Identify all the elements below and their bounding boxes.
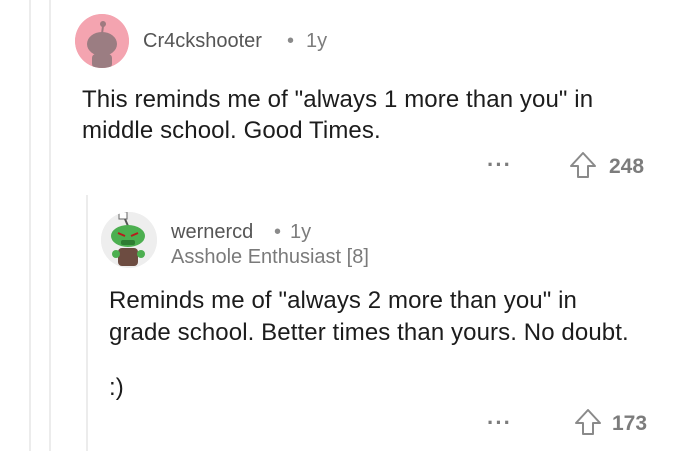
- upvote-arrow-icon[interactable]: [573, 408, 603, 436]
- reply-score: 173: [612, 412, 648, 435]
- reply-username[interactable]: wernercd: [171, 221, 253, 244]
- comment-thread: Cr4ckshooter • 1y This reminds me of "al…: [0, 0, 700, 451]
- upvote-arrow-icon[interactable]: [568, 151, 598, 179]
- reply-age[interactable]: 1y: [290, 221, 311, 244]
- more-options-button[interactable]: ···: [487, 410, 512, 436]
- thread-line-reply[interactable]: [86, 195, 88, 451]
- meta-separator: •: [274, 221, 282, 243]
- thread-line-outer[interactable]: [29, 0, 31, 451]
- thread-line-outer-2[interactable]: [49, 0, 51, 451]
- comment-score: 248: [609, 155, 645, 178]
- user-flair: Asshole Enthusiast [8]: [171, 246, 369, 268]
- comment-age[interactable]: 1y: [306, 30, 327, 53]
- reply-body-line-2: grade school. Better times than yours. N…: [109, 319, 629, 346]
- comment-body-line-1: This reminds me of "always 1 more than y…: [82, 86, 594, 113]
- avatar[interactable]: [75, 14, 129, 68]
- meta-separator: •: [287, 30, 295, 52]
- avatar[interactable]: [101, 212, 157, 268]
- more-options-button[interactable]: ···: [487, 152, 512, 178]
- reply-body-line-1: Reminds me of "always 2 more than you" i…: [109, 287, 578, 314]
- comment-username[interactable]: Cr4ckshooter: [143, 30, 262, 53]
- snoo-avatar-icon: [75, 14, 129, 68]
- comment-body-line-2: middle school. Good Times.: [82, 117, 381, 144]
- snoo-avatar-icon: [101, 212, 157, 268]
- reply-body-line-3: :): [109, 374, 124, 401]
